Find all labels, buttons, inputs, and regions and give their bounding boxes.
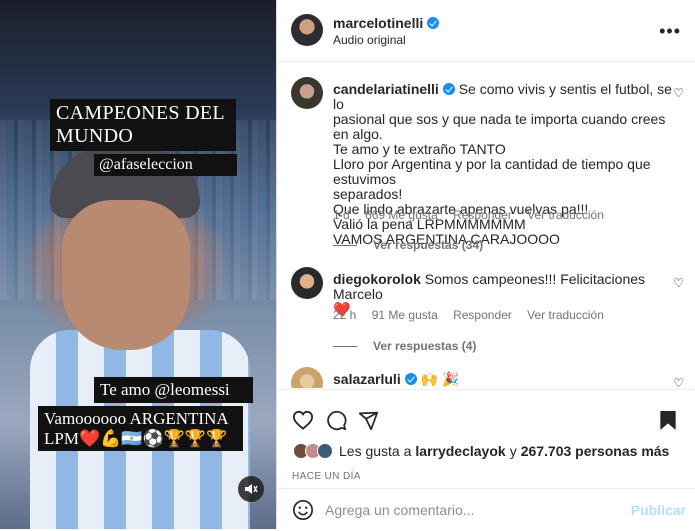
comment-line: Te amo y te extraño TANTO — [333, 141, 506, 157]
avatar[interactable] — [291, 77, 323, 109]
comment-line: Lloro por Argentina y por la cantidad de… — [333, 156, 651, 187]
likes-mid: y — [509, 443, 517, 459]
reply-button[interactable]: Responder — [453, 308, 512, 322]
comments-list: candelariatinelli Se como vivis y sentis… — [277, 62, 695, 388]
view-replies-label[interactable]: Ver respuestas (4) — [373, 339, 476, 353]
reply-button[interactable]: Responder — [453, 208, 512, 222]
comment-line: 🙌 🎉 — [420, 371, 460, 387]
post-timestamp[interactable]: HACE UN DÍA — [292, 471, 361, 482]
overlay-afaseleccion: @afaseleccion — [94, 154, 237, 177]
verified-icon — [404, 373, 417, 385]
avatar[interactable] — [291, 14, 323, 46]
divider — [333, 346, 357, 348]
likes-prefix: Les gusta a — [339, 443, 412, 459]
comment-line: separados! — [333, 186, 403, 202]
speaker-muted-icon[interactable] — [238, 476, 264, 502]
view-replies-button[interactable]: Ver respuestas (4) — [333, 339, 476, 353]
avatar[interactable] — [291, 367, 323, 388]
liker-avatar — [317, 443, 333, 459]
avatar[interactable] — [291, 267, 323, 299]
share-icon[interactable] — [356, 408, 380, 432]
heart-icon[interactable] — [291, 408, 315, 432]
bookmark-icon[interactable] — [656, 408, 680, 432]
comment-username[interactable]: diegokorolok — [333, 271, 421, 287]
comment-meta: 1 d 669 Me gusta Responder Ver traducció… — [333, 208, 616, 222]
overlay-te-amo: Te amo @leomessi — [94, 377, 253, 403]
comment-time: 1 d — [333, 208, 350, 222]
verified-icon — [442, 83, 455, 95]
comment-line: pasional que sos y que nada te importa c… — [333, 111, 666, 142]
overlay-campeones: CAMPEONES DEL MUNDO — [50, 99, 236, 151]
like-comment-icon[interactable]: ♡ — [673, 86, 684, 100]
comment-likes[interactable]: 669 Me gusta — [365, 208, 438, 222]
comment-text: salazarluli 🙌 🎉 — [333, 372, 673, 387]
instagram-post: CAMPEONES DEL MUNDO @afaseleccion Te amo… — [0, 0, 695, 529]
comment-meta: 22 h 91 Me gusta Responder Ver traducció… — [333, 308, 616, 322]
translate-button[interactable]: Ver traducción — [527, 308, 604, 322]
view-replies-button[interactable]: Ver respuestas (34) — [333, 238, 483, 252]
comment-time: 22 h — [333, 308, 357, 322]
view-replies-label[interactable]: Ver respuestas (34) — [373, 238, 483, 252]
add-comment-bar: Agrega un comentario... Publicar — [277, 488, 695, 531]
audio-label[interactable]: Audio original — [333, 33, 406, 47]
likes-summary: Les gusta a larrydeclayok y 267.703 pers… — [293, 443, 669, 459]
comment-username[interactable]: candelariatinelli — [333, 81, 439, 97]
publish-button[interactable]: Publicar — [631, 502, 686, 518]
add-comment-input[interactable]: Agrega un comentario... — [325, 502, 474, 518]
author-username[interactable]: marcelotinelli — [333, 15, 440, 31]
overlay-vamos-argentina: Vamoooooo ARGENTINA LPM❤️💪🇦🇷⚽🏆🏆🏆 — [38, 406, 243, 452]
post-header: marcelotinelli Audio original ••• — [277, 0, 695, 62]
man-face — [62, 200, 190, 350]
author-username-text[interactable]: marcelotinelli — [333, 15, 423, 31]
comment-text: candelariatinelli Se como vivis y sentis… — [333, 82, 673, 247]
action-bar: Les gusta a larrydeclayok y 267.703 pers… — [277, 389, 695, 529]
emoji-icon[interactable] — [291, 498, 315, 522]
comment-icon[interactable] — [324, 408, 348, 432]
post-video[interactable]: CAMPEONES DEL MUNDO @afaseleccion Te amo… — [0, 0, 276, 529]
post-side-panel: marcelotinelli Audio original ••• candel… — [276, 0, 695, 529]
more-options-icon[interactable]: ••• — [659, 22, 681, 40]
likes-count[interactable]: 267.703 personas más — [521, 443, 670, 459]
comment-username[interactable]: salazarluli — [333, 371, 401, 387]
comment-likes[interactable]: 91 Me gusta — [372, 308, 438, 322]
divider — [333, 245, 357, 247]
verified-icon — [427, 17, 440, 29]
like-comment-icon[interactable]: ♡ — [673, 376, 684, 388]
likes-user[interactable]: larrydeclayok — [415, 443, 505, 459]
translate-button[interactable]: Ver traducción — [527, 208, 604, 222]
like-comment-icon[interactable]: ♡ — [673, 276, 684, 290]
